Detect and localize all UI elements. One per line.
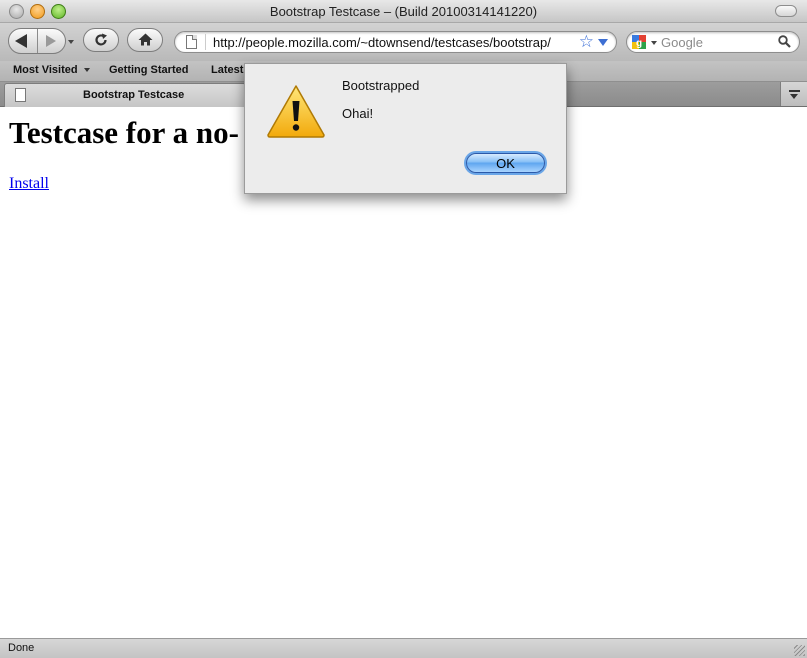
home-icon: [138, 33, 153, 46]
page-heading: Testcase for a no-: [9, 115, 239, 150]
browser-window: Bootstrap Testcase – (Build 201003141412…: [0, 0, 807, 658]
toolbar-toggle-button[interactable]: [775, 5, 797, 17]
tab-bootstrap-testcase[interactable]: Bootstrap Testcase: [4, 83, 246, 107]
back-forward-group: [8, 28, 66, 54]
ok-button[interactable]: OK: [466, 153, 545, 173]
status-bar: Done: [0, 638, 807, 658]
tab-list-icon: [789, 90, 800, 92]
window-title: Bootstrap Testcase – (Build 201003141412…: [269, 4, 538, 19]
status-text: Done: [8, 642, 35, 654]
tab-label: Bootstrap Testcase: [83, 89, 185, 101]
home-button[interactable]: [127, 28, 163, 52]
reload-icon: [95, 33, 107, 46]
back-button[interactable]: [9, 29, 38, 53]
page-icon: [186, 35, 197, 49]
svg-text:g: g: [636, 38, 642, 49]
alert-dialog: Bootstrapped Ohai! OK: [244, 63, 567, 194]
forward-arrow-icon: [46, 35, 56, 47]
bookmark-star-icon[interactable]: ☆: [579, 32, 594, 51]
back-arrow-icon: [15, 34, 27, 48]
search-bar[interactable]: g: [626, 31, 800, 53]
dialog-title: Bootstrapped: [342, 78, 420, 93]
warning-icon: [267, 85, 325, 138]
resize-grip[interactable]: [794, 645, 805, 656]
forward-button[interactable]: [38, 29, 65, 53]
search-engine-dropdown-icon[interactable]: [651, 41, 657, 45]
url-bar[interactable]: http://people.mozilla.com/~dtownsend/tes…: [174, 31, 617, 53]
url-text[interactable]: http://people.mozilla.com/~dtownsend/tes…: [213, 35, 551, 50]
search-icon[interactable]: [778, 35, 791, 48]
dialog-message: Ohai!: [342, 106, 374, 121]
google-engine-icon[interactable]: g: [632, 35, 646, 49]
bookmark-latest[interactable]: Latest: [211, 64, 243, 76]
search-input[interactable]: [661, 34, 771, 50]
title-bar: Bootstrap Testcase – (Build 201003141412…: [0, 0, 807, 23]
url-history-dropdown-icon[interactable]: [598, 39, 608, 46]
history-dropdown-icon[interactable]: [68, 40, 74, 44]
page-icon: [15, 88, 26, 102]
chevron-down-icon: [790, 94, 798, 99]
navigation-toolbar: http://people.mozilla.com/~dtownsend/tes…: [0, 23, 807, 61]
site-identity-button[interactable]: [179, 34, 206, 50]
bookmark-getting-started[interactable]: Getting Started: [109, 64, 188, 76]
bookmark-most-visited[interactable]: Most Visited: [13, 64, 90, 76]
reload-button[interactable]: [83, 28, 119, 52]
chevron-down-icon: [83, 68, 90, 73]
install-link[interactable]: Install: [9, 175, 49, 193]
list-all-tabs-button[interactable]: [780, 82, 807, 106]
